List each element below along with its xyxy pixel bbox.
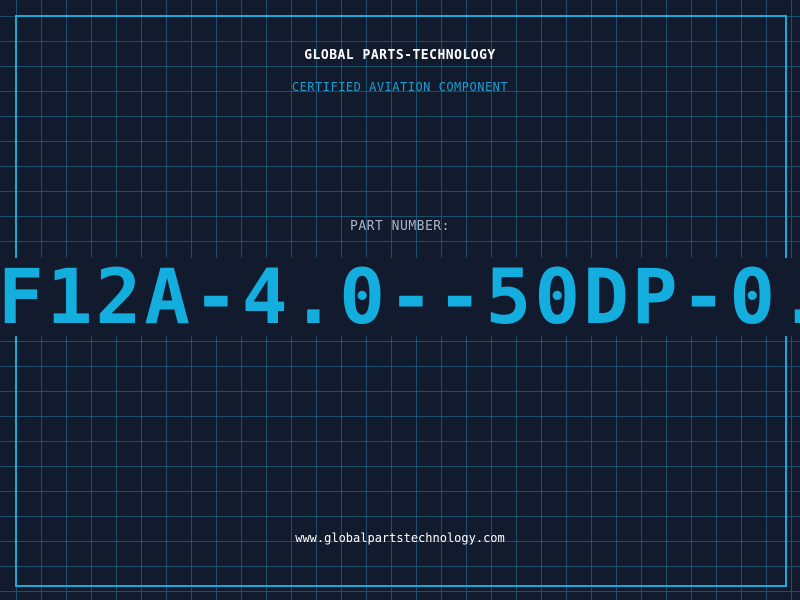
certification-tagline: CERTIFIED AVIATION COMPONENT [291,80,509,94]
website-url: www.globalpartstechnology.com [295,531,505,545]
company-name: GLOBAL PARTS-TECHNOLOGY [304,48,496,63]
part-number-band: F12A-4.0--50DP-0.5 [0,258,800,336]
part-number-label: PART NUMBER: [350,219,450,234]
part-number-value: F12A-4.0--50DP-0.5 [0,258,800,336]
part-card: GLOBAL PARTS-TECHNOLOGY CERTIFIED AVIATI… [0,0,800,600]
